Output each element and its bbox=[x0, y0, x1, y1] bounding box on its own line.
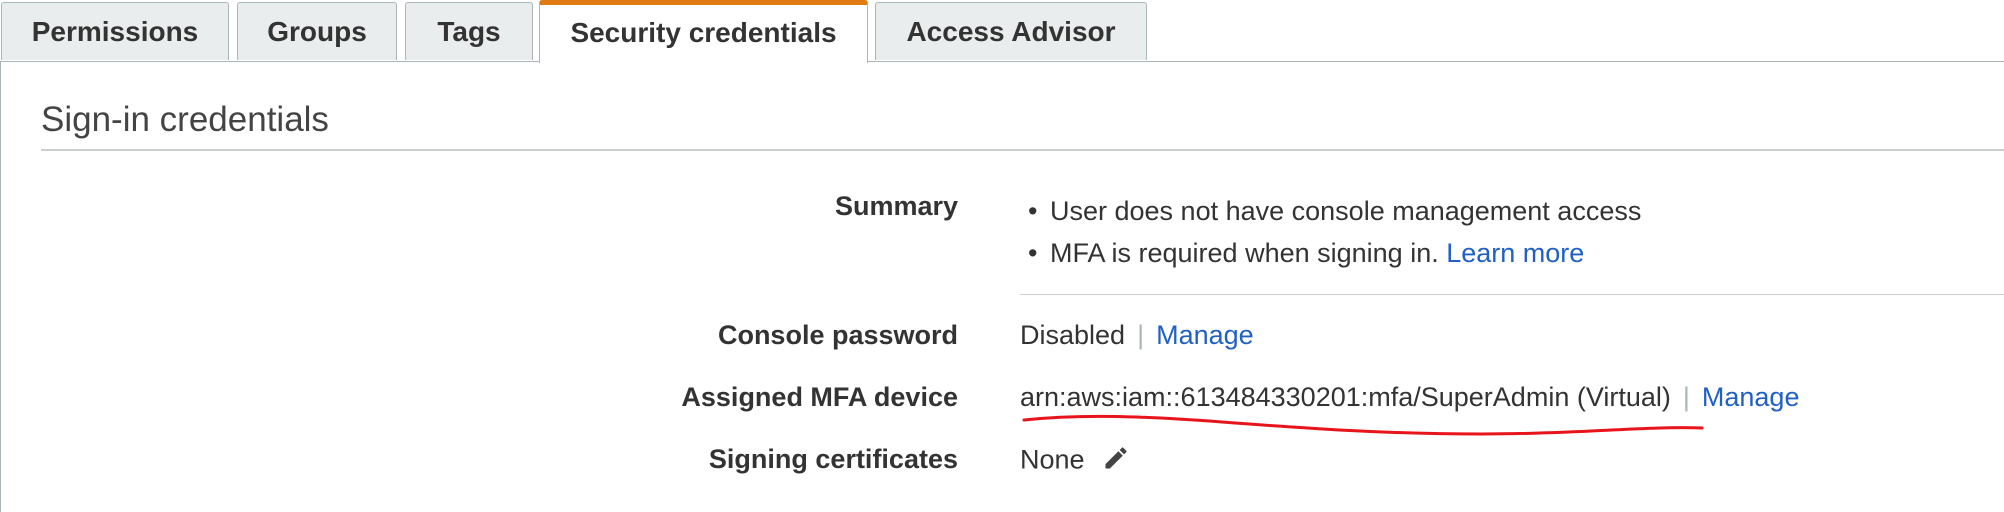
mfa-device-row: arn:aws:iam::613484330201:mfa/SuperAdmin… bbox=[1020, 382, 1799, 413]
console-password-label: Console password bbox=[717, 320, 958, 350]
tab-bar: Permissions Groups Tags Security credent… bbox=[0, 0, 2004, 63]
bullet-icon: • bbox=[1028, 238, 1038, 268]
summary-label: Summary bbox=[834, 191, 958, 221]
tab-permissions[interactable]: Permissions bbox=[1, 2, 229, 60]
tab-access-advisor[interactable]: Access Advisor bbox=[875, 2, 1147, 60]
section-divider bbox=[41, 149, 2004, 151]
list-item: • MFA is required when signing in. Learn… bbox=[1020, 232, 1641, 274]
summary-item-text: User does not have console management ac… bbox=[1050, 196, 1642, 226]
sign-in-credentials-panel: Sign-in credentials Summary • User does … bbox=[0, 62, 2004, 512]
signing-certificates-label: Signing certificates bbox=[708, 444, 958, 474]
mfa-device-label: Assigned MFA device bbox=[681, 382, 958, 412]
signing-certificates-value: None bbox=[1020, 444, 1085, 475]
pencil-icon[interactable] bbox=[1102, 444, 1130, 479]
tab-security-credentials[interactable]: Security credentials bbox=[539, 0, 868, 63]
mfa-device-manage-link[interactable]: Manage bbox=[1702, 382, 1800, 412]
tab-groups[interactable]: Groups bbox=[237, 2, 397, 60]
summary-item-text: MFA is required when signing in. bbox=[1050, 238, 1439, 268]
separator: | bbox=[1137, 320, 1145, 350]
separator: | bbox=[1682, 382, 1690, 412]
section-title: Sign-in credentials bbox=[41, 100, 329, 139]
tab-tags[interactable]: Tags bbox=[405, 2, 533, 60]
bullet-icon: • bbox=[1028, 196, 1038, 226]
mfa-device-arn: arn:aws:iam::613484330201:mfa/SuperAdmin… bbox=[1020, 382, 1671, 412]
list-item: • User does not have console management … bbox=[1020, 190, 1641, 232]
summary-divider bbox=[1020, 294, 2004, 295]
console-password-value: Disabled bbox=[1020, 320, 1126, 350]
signing-certificates-row: None bbox=[1020, 444, 1130, 479]
summary-list: • User does not have console management … bbox=[1020, 190, 1641, 274]
learn-more-link[interactable]: Learn more bbox=[1446, 238, 1584, 268]
console-password-row: Disabled | Manage bbox=[1020, 320, 1254, 351]
console-password-manage-link[interactable]: Manage bbox=[1156, 320, 1254, 350]
